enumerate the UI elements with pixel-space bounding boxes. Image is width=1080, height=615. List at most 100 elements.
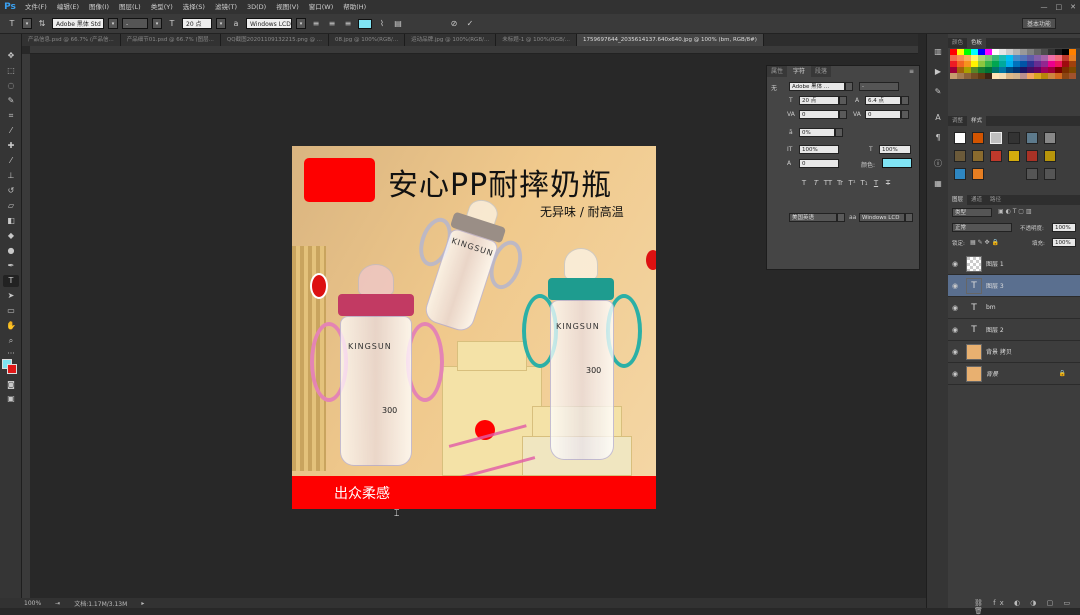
- text-color-swatch[interactable]: [358, 18, 372, 29]
- color-swatch[interactable]: [978, 73, 985, 79]
- color-swatch[interactable]: [1048, 73, 1055, 79]
- clone-stamp-tool-icon[interactable]: ⊥: [3, 170, 19, 182]
- font-style-dropdown[interactable]: ▾: [152, 18, 162, 29]
- document-canvas[interactable]: 安心PP耐摔奶瓶 无异味 / 耐高温 KINGSUN KINGSUN 300 K…: [292, 146, 656, 509]
- style-swatch[interactable]: [972, 168, 984, 180]
- eyedropper-tool-icon[interactable]: ⁄: [3, 125, 19, 137]
- character-panel-icon[interactable]: A: [931, 112, 945, 124]
- hand-tool-icon[interactable]: ✋: [3, 320, 19, 332]
- doc-tab[interactable]: 08.jpg @ 100%(RGB/...: [329, 34, 406, 46]
- export-icon[interactable]: ⇥: [55, 600, 60, 607]
- cancel-icon[interactable]: ⊘: [448, 18, 460, 30]
- actions-panel-icon[interactable]: ▶: [931, 66, 945, 78]
- layer-row[interactable]: ◉ 背景 拷贝: [948, 341, 1080, 363]
- layer-row-selected[interactable]: ◉ T 图层 3: [948, 275, 1080, 297]
- faux-italic-button[interactable]: T: [811, 178, 821, 188]
- lasso-tool-icon[interactable]: ◌: [3, 80, 19, 92]
- layer-filter-kind[interactable]: 类型: [952, 208, 992, 217]
- color-swatch[interactable]: [1055, 73, 1062, 79]
- path-select-tool-icon[interactable]: ➤: [3, 290, 19, 302]
- eye-icon[interactable]: ◉: [948, 370, 962, 378]
- color-swatch[interactable]: [999, 73, 1006, 79]
- style-swatch[interactable]: [954, 150, 966, 162]
- tab-paragraph[interactable]: 段落: [811, 66, 832, 77]
- healing-brush-tool-icon[interactable]: ✚: [3, 140, 19, 152]
- font-family-field[interactable]: Adobe 黑体 Std: [52, 18, 104, 29]
- style-swatch[interactable]: [1044, 168, 1056, 180]
- menu-filter[interactable]: 滤镜(T): [210, 0, 242, 14]
- tab-color[interactable]: 颜色: [948, 38, 967, 48]
- char-kerning-field[interactable]: 0: [799, 110, 839, 119]
- brush-tool-icon[interactable]: ⁄: [3, 155, 19, 167]
- doc-tab[interactable]: 运动品牌.jpg @ 100%(RGB/...: [405, 34, 497, 46]
- small-caps-button[interactable]: Tr: [835, 178, 845, 188]
- menu-view[interactable]: 视图(V): [271, 0, 304, 14]
- font-style-field[interactable]: -: [122, 18, 148, 29]
- char-leading-dropdown[interactable]: [901, 96, 909, 105]
- char-antialias-dropdown[interactable]: [905, 213, 913, 222]
- quick-mask-icon[interactable]: ◙: [3, 379, 19, 391]
- color-swatch[interactable]: [957, 73, 964, 79]
- style-swatch[interactable]: [954, 168, 966, 180]
- style-swatch[interactable]: [990, 132, 1002, 144]
- char-vscale-field[interactable]: 100%: [799, 145, 839, 154]
- color-swatch[interactable]: [1020, 73, 1027, 79]
- zoom-readout[interactable]: 100%: [24, 600, 41, 607]
- char-scale-field[interactable]: 0%: [799, 128, 835, 137]
- menu-file[interactable]: 文件(F): [20, 0, 52, 14]
- marquee-tool-icon[interactable]: ⬚: [3, 65, 19, 77]
- char-scale-dropdown[interactable]: [835, 128, 843, 137]
- maximize-button[interactable]: □: [1056, 3, 1063, 11]
- font-family-dropdown[interactable]: ▾: [108, 18, 118, 29]
- color-swatch[interactable]: [1013, 73, 1020, 79]
- minimize-button[interactable]: —: [1041, 3, 1048, 11]
- screen-mode-icon[interactable]: ▣: [3, 393, 19, 405]
- style-swatch[interactable]: [990, 150, 1002, 162]
- eye-icon[interactable]: ◉: [948, 260, 962, 268]
- layer-row[interactable]: ◉ T 图层 2: [948, 319, 1080, 341]
- color-swatch[interactable]: [1034, 73, 1041, 79]
- layer-row[interactable]: ◉ 背景 🔒: [948, 363, 1080, 385]
- menu-edit[interactable]: 编辑(E): [52, 0, 84, 14]
- char-language-dropdown[interactable]: [837, 213, 845, 222]
- workspace-switcher[interactable]: 基本功能: [1021, 18, 1056, 29]
- color-swatch[interactable]: [950, 73, 957, 79]
- lock-icons[interactable]: ▦ ✎ ✥ 🔒: [970, 239, 999, 246]
- gradient-tool-icon[interactable]: ◧: [3, 215, 19, 227]
- subscript-button[interactable]: T₁: [859, 178, 869, 188]
- tab-layers[interactable]: 图层: [948, 195, 968, 205]
- doc-tab[interactable]: 产品信息.psd @ 66.7% (产品信...: [22, 34, 121, 46]
- char-language-field[interactable]: 美国英语: [789, 213, 837, 222]
- paragraph-panel-icon[interactable]: ¶: [931, 132, 945, 144]
- char-font-style[interactable]: -: [859, 82, 899, 91]
- quick-select-tool-icon[interactable]: ✎: [3, 95, 19, 107]
- char-hscale-field[interactable]: 100%: [879, 145, 911, 154]
- style-swatch[interactable]: [1026, 150, 1038, 162]
- info-panel-icon[interactable]: ⓘ: [931, 158, 945, 170]
- background-color-swatch[interactable]: [7, 364, 17, 374]
- style-swatch[interactable]: [1008, 150, 1020, 162]
- style-swatch[interactable]: [1008, 132, 1020, 144]
- style-swatch[interactable]: [1044, 150, 1056, 162]
- char-size-field[interactable]: 20 点: [799, 96, 839, 105]
- color-swatch[interactable]: [1041, 73, 1048, 79]
- char-color-swatch[interactable]: [882, 158, 912, 168]
- shape-tool-icon[interactable]: ▭: [3, 305, 19, 317]
- tab-swatches[interactable]: 色板: [967, 38, 987, 48]
- layer-row[interactable]: ◉ T bm: [948, 297, 1080, 319]
- tab-properties[interactable]: 属性: [767, 66, 788, 77]
- style-swatch[interactable]: [1044, 132, 1056, 144]
- font-size-dropdown[interactable]: ▾: [216, 18, 226, 29]
- style-swatch[interactable]: [954, 132, 966, 144]
- commit-icon[interactable]: ✓: [464, 18, 476, 30]
- char-leading-field[interactable]: 6.4 点: [865, 96, 901, 105]
- doc-tab[interactable]: 未标题-1 @ 100%(RGB/...: [496, 34, 578, 46]
- color-swatch[interactable]: [985, 73, 992, 79]
- char-font-family-dropdown[interactable]: [845, 82, 853, 91]
- style-swatch[interactable]: [1026, 168, 1038, 180]
- menu-window[interactable]: 窗口(W): [304, 0, 339, 14]
- history-panel-icon[interactable]: ▥: [931, 46, 945, 58]
- eye-icon[interactable]: ◉: [948, 304, 962, 312]
- vertical-ruler[interactable]: [22, 54, 30, 598]
- text-orientation-icon[interactable]: ⇅: [36, 18, 48, 30]
